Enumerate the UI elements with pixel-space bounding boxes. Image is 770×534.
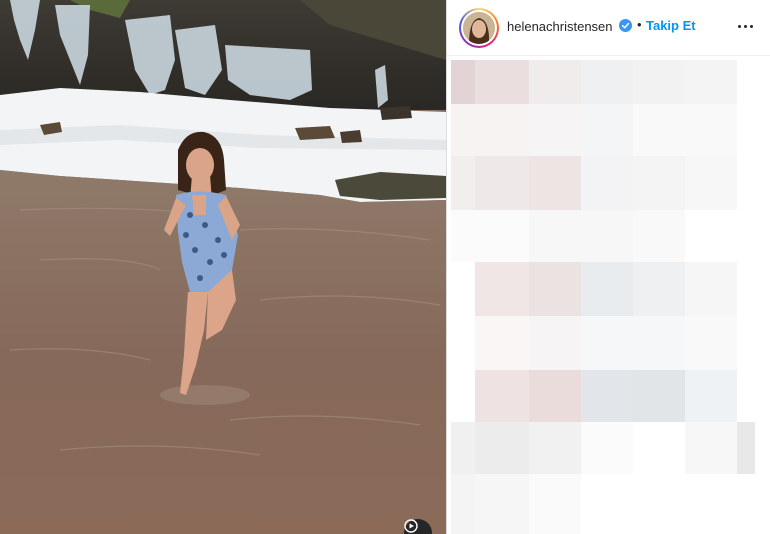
header-separator: • bbox=[637, 17, 642, 32]
instagram-post: helenachristensen • Takip Et bbox=[0, 0, 770, 534]
story-ring[interactable] bbox=[459, 8, 499, 48]
more-options-icon[interactable] bbox=[733, 16, 757, 36]
post-photo bbox=[0, 0, 446, 534]
pixelated-overlay bbox=[447, 57, 770, 534]
follow-button[interactable]: Takip Et bbox=[646, 18, 696, 33]
verified-badge-icon bbox=[619, 19, 632, 32]
username[interactable]: helenachristensen bbox=[507, 19, 613, 34]
comments-area-pixelated bbox=[447, 57, 770, 534]
post-header: helenachristensen • Takip Et bbox=[447, 0, 770, 56]
post-media-video[interactable] bbox=[0, 0, 446, 534]
avatar[interactable] bbox=[463, 12, 495, 44]
post-side-panel: helenachristensen • Takip Et bbox=[447, 0, 770, 534]
